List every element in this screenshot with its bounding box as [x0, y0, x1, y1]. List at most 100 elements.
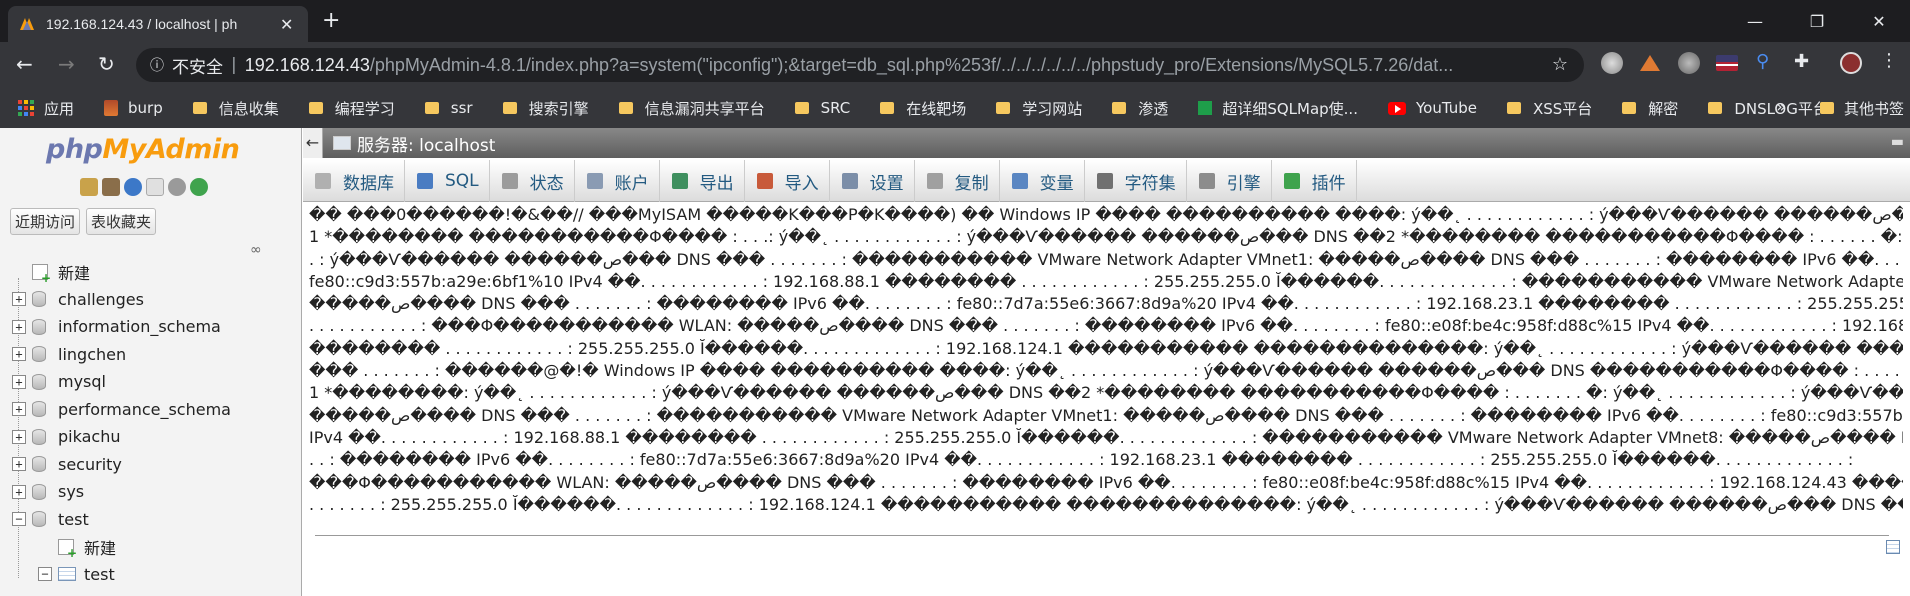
expand-icon[interactable]: +	[12, 347, 26, 362]
phpmyadmin-favicon-icon	[20, 18, 34, 30]
tab-label: 状态	[529, 173, 564, 194]
tab-menu-item[interactable]: 状态	[490, 160, 575, 202]
browser-menu-icon[interactable]: ⋮	[1880, 50, 1902, 72]
menu-collapse-icon[interactable]: ▬	[1891, 134, 1904, 150]
tab-label: 账户	[614, 173, 649, 194]
tab-menu-item[interactable]: 插件	[1272, 160, 1357, 202]
tab-menu-item[interactable]: 设置	[830, 160, 915, 202]
tab-menu-item[interactable]: 导入	[745, 160, 830, 202]
tab-close-icon[interactable]: ✕	[280, 15, 293, 34]
bookmark-label: 搜索引擎	[528, 99, 589, 118]
collapse-nav-icon[interactable]: ←	[303, 128, 323, 158]
tab-label: SQL	[445, 171, 479, 191]
phpmyadmin-logo[interactable]: phpMyAdmin	[46, 134, 240, 165]
bookmark-item[interactable]: 信息收集	[192, 98, 279, 119]
main-panel: ← 服务器: localhost ▬ 数据库 SQL 状态 账户 导出 导入 设置 复制 变量 字…	[303, 128, 1910, 596]
bookmark-item[interactable]: 解密	[1622, 98, 1678, 119]
recent-button[interactable]: 近期访问	[10, 208, 81, 235]
close-window-button[interactable]: ✕	[1848, 12, 1910, 31]
expand-icon[interactable]: +	[12, 319, 26, 334]
expand-icon[interactable]: +	[12, 374, 26, 389]
favorites-button[interactable]: 表收藏夹	[86, 208, 157, 235]
collapse-icon[interactable]: −	[12, 512, 26, 527]
tree-item-label: mysql	[58, 372, 106, 392]
new-tab-button[interactable]: +	[322, 8, 340, 33]
bookmark-item[interactable]: ssr	[424, 99, 473, 117]
output-line: �����ص���� DNS ��� . . . . . . . : �����…	[309, 405, 1903, 425]
tree-item[interactable]: + challenges	[0, 286, 300, 314]
expand-icon[interactable]: +	[12, 429, 26, 444]
bookmark-item[interactable]: DNSLOG平台	[1708, 98, 1828, 119]
back-button[interactable]: ←	[16, 52, 33, 76]
bookmark-item[interactable]: SRC	[794, 99, 850, 117]
tree-item[interactable]: − test	[0, 561, 300, 589]
tree-item[interactable]: 新建	[0, 258, 300, 286]
collapse-icon[interactable]: −	[38, 567, 52, 582]
site-info-icon[interactable]: ⓘ	[150, 55, 164, 75]
other-bookmarks[interactable]: 其他书签	[1819, 88, 1910, 128]
address-bar[interactable]: ⓘ 不安全 | 192.168.124.43 /phpMyAdmin-4.8.1…	[136, 48, 1584, 82]
bookmark-star-icon[interactable]: ☆	[1552, 54, 1568, 75]
extension-key-icon[interactable]: ⚲	[1756, 51, 1778, 73]
output-line: ���Φ����������� WLAN: �����ص���� DNS ���…	[309, 472, 1903, 492]
minimize-button[interactable]: —	[1724, 12, 1786, 31]
output-line: IPv4 ��. . . . . . . . . . . . : 192.168…	[309, 427, 1903, 447]
bookmark-item[interactable]: 信息漏洞共享平台	[618, 98, 765, 119]
bookmark-item[interactable]: burp	[104, 99, 163, 117]
docs-icon[interactable]	[146, 178, 164, 196]
tab-icon	[926, 173, 943, 189]
logout-icon[interactable]	[102, 178, 120, 196]
tree-item[interactable]: + pikachu	[0, 423, 300, 451]
database-icon	[32, 401, 46, 418]
bookmark-item[interactable]: 在线靶场	[880, 98, 966, 119]
extension-gear-icon[interactable]	[1678, 52, 1700, 74]
link-with-main-icon[interactable]: ∞	[250, 242, 262, 258]
expand-icon[interactable]: +	[12, 292, 26, 307]
tab-menu-item[interactable]: SQL	[405, 160, 490, 202]
extension-flag-icon[interactable]	[1716, 55, 1738, 71]
tree-item[interactable]: + lingchen	[0, 341, 300, 369]
console-icon[interactable]	[1886, 540, 1900, 554]
tree-item[interactable]: − test	[0, 506, 300, 534]
profile-avatar[interactable]	[1840, 52, 1862, 74]
expand-icon[interactable]: +	[12, 402, 26, 417]
tree-item[interactable]: + sys	[0, 478, 300, 506]
bookmark-item[interactable]: 超详细SQLMap使...	[1198, 98, 1358, 119]
restore-button[interactable]: ❐	[1786, 12, 1848, 31]
expand-icon[interactable]: +	[12, 484, 26, 499]
tab-menu-item[interactable]: 变量	[1000, 160, 1085, 202]
extension-globe-icon[interactable]	[1601, 52, 1623, 74]
tab-menu-item[interactable]: 字符集	[1085, 160, 1187, 202]
reload-nav-icon[interactable]	[190, 178, 208, 196]
tab-menu-item[interactable]: 复制	[915, 160, 1000, 202]
bookmark-item[interactable]: 学习网站	[996, 98, 1082, 119]
bookmark-item[interactable]: XSS平台	[1506, 98, 1592, 119]
tree-item[interactable]: 新建	[0, 533, 300, 561]
tree-item[interactable]: + information_schema	[0, 313, 300, 341]
forward-button[interactable]: →	[58, 52, 75, 76]
browser-tab[interactable]: 192.168.124.43 / localhost | ph ✕	[8, 6, 308, 42]
tab-menu-item[interactable]: 导出	[660, 160, 745, 202]
tab-menu-item[interactable]: 数据库	[303, 160, 405, 202]
bookmark-item[interactable]: 搜索引擎	[502, 98, 589, 119]
expand-icon[interactable]: +	[12, 457, 26, 472]
tree-item[interactable]: + security	[0, 451, 300, 479]
bookmarks-overflow-button[interactable]: »	[1776, 97, 1786, 116]
help-icon[interactable]	[124, 178, 142, 196]
settings-gear-icon[interactable]	[168, 178, 186, 196]
tab-menu-item[interactable]: 引擎	[1187, 160, 1272, 202]
tab-menu-item[interactable]: 账户	[575, 160, 660, 202]
tab-label: 导入	[784, 173, 819, 194]
tree-item[interactable]: + mysql	[0, 368, 300, 396]
extensions-puzzle-icon[interactable]: ✚	[1794, 51, 1816, 73]
reload-button[interactable]: ↻	[98, 52, 115, 76]
home-icon[interactable]	[80, 178, 98, 196]
bookmark-item[interactable]: 编程学习	[308, 98, 395, 119]
output-line: 1 *��������: ý��˛ . . . . . . . . . . . …	[309, 383, 1903, 403]
server-breadcrumb[interactable]: 服务器: localhost	[357, 131, 495, 156]
bookmark-item[interactable]: 应用	[18, 98, 74, 119]
bookmark-item[interactable]: YouTube	[1387, 99, 1477, 117]
tree-item[interactable]: + performance_schema	[0, 396, 300, 424]
extension-burp-icon[interactable]	[1640, 55, 1660, 71]
bookmark-item[interactable]: 渗透	[1112, 98, 1168, 119]
